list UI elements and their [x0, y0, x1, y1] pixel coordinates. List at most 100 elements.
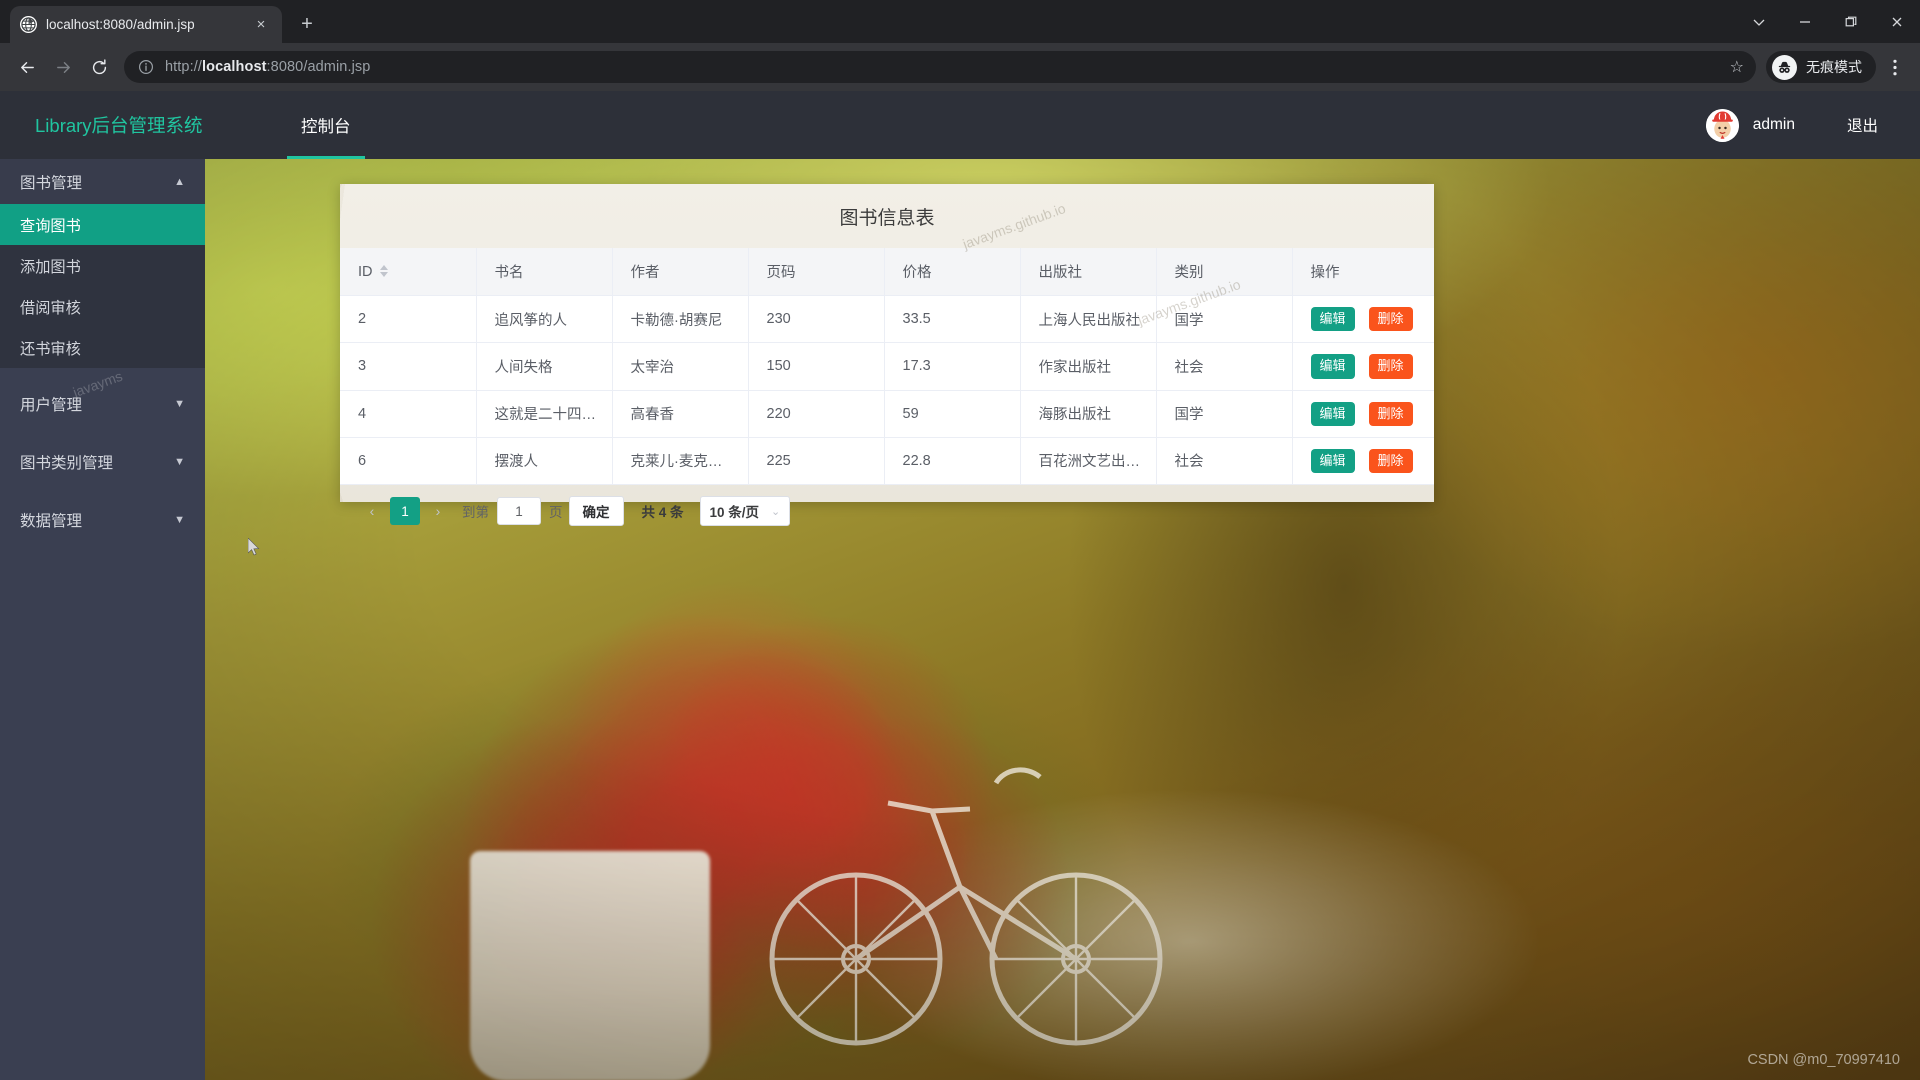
- sidebar-group-label: 图书类别管理: [20, 454, 114, 472]
- page-title: 图书信息表: [839, 207, 935, 229]
- column-header-pages[interactable]: 页码: [748, 248, 885, 296]
- delete-button[interactable]: 删除: [1368, 448, 1413, 473]
- logout-button[interactable]: 退出: [1847, 114, 1878, 136]
- sidebar-group-categories[interactable]: 图书类别管理 ▼: [0, 439, 205, 484]
- forward-button[interactable]: [46, 50, 80, 84]
- column-header-price[interactable]: 价格: [884, 248, 1021, 296]
- url-text: http://localhost:8080/admin.jsp: [165, 59, 370, 75]
- total-count-label: 共 4 条: [641, 505, 684, 520]
- next-page-button[interactable]: ›: [424, 497, 452, 525]
- chevron-down-icon: ▼: [174, 513, 185, 526]
- cell-id: 4: [340, 390, 477, 438]
- page-size-label: 10 条/页: [709, 505, 760, 520]
- bookmark-star-icon[interactable]: ☆: [1730, 57, 1744, 77]
- app-header: Library后台管理系统 控制台 admin 退出: [0, 91, 1920, 159]
- goto-suffix-label: 页: [549, 505, 563, 520]
- edit-button[interactable]: 编辑: [1310, 401, 1355, 426]
- address-bar[interactable]: http://localhost:8080/admin.jsp ☆: [124, 51, 1756, 83]
- cell-author: 高春香: [612, 390, 749, 438]
- goto-page-input[interactable]: [497, 497, 541, 525]
- reload-button[interactable]: [82, 50, 116, 84]
- sidebar-group-label: 图书管理: [20, 174, 83, 192]
- table-row[interactable]: 6 摆渡人 克莱儿·麦克… 225 22.8 百花洲文艺出… 社会 编辑 删除: [340, 437, 1434, 486]
- confirm-button[interactable]: 确定: [568, 496, 624, 526]
- column-header-id[interactable]: ID: [340, 248, 477, 296]
- sidebar: 图书管理 ▲ 查询图书 添加图书 借阅审核 还书审核 用户管理 ▼ 图书类别管理…: [0, 159, 205, 1080]
- cell-id: 6: [340, 437, 477, 486]
- cell-publisher: 百花洲文艺出…: [1020, 437, 1157, 486]
- cell-publisher: 上海人民出版社: [1020, 295, 1157, 344]
- cell-author: 克莱儿·麦克…: [612, 437, 749, 486]
- window-close-button[interactable]: [1874, 0, 1920, 43]
- incognito-indicator[interactable]: 无痕模式: [1766, 51, 1876, 83]
- info-icon[interactable]: [138, 59, 154, 75]
- books-table-wrap: ID 书名 作者 页码 价格 出版社 类别 操作 2 追风筝的人 卡勒德·胡赛尼…: [340, 248, 1434, 486]
- cell-pages: 225: [748, 437, 885, 486]
- cell-price: 59: [884, 390, 1021, 438]
- avatar[interactable]: [1705, 108, 1739, 142]
- sidebar-item-borrow-review[interactable]: 借阅审核: [0, 286, 205, 327]
- chevron-up-icon: ▲: [174, 175, 185, 188]
- delete-button[interactable]: 删除: [1368, 307, 1413, 332]
- cell-category: 国学: [1156, 390, 1293, 438]
- page-size-select[interactable]: 10 条/页 ⌄: [699, 496, 791, 526]
- sidebar-item-label: 查询图书: [20, 217, 81, 235]
- sidebar-group-label: 用户管理: [20, 396, 83, 414]
- globe-icon: [20, 16, 37, 33]
- minimize-button[interactable]: [1782, 0, 1828, 43]
- maximize-button[interactable]: [1828, 0, 1874, 43]
- cell-pages: 220: [748, 390, 885, 438]
- sort-icon[interactable]: [379, 264, 388, 277]
- cell-actions: 编辑 删除: [1292, 437, 1434, 486]
- app-brand[interactable]: Library后台管理系统: [0, 112, 250, 138]
- incognito-icon: [1772, 54, 1797, 80]
- sidebar-item-add-book[interactable]: 添加图书: [0, 245, 205, 286]
- table-row[interactable]: 3 人间失格 太宰治 150 17.3 作家出版社 社会 编辑 删除: [340, 342, 1434, 391]
- cell-actions: 编辑 删除: [1292, 390, 1434, 438]
- column-header-category[interactable]: 类别: [1156, 248, 1293, 296]
- sidebar-group-users[interactable]: 用户管理 ▼: [0, 381, 205, 426]
- chevron-down-icon: ▼: [174, 397, 185, 410]
- pagination: ‹ 1 › 到第 页 确定 共 4 条 10 条/页 ⌄: [340, 485, 1434, 537]
- chevron-down-icon[interactable]: [1736, 0, 1782, 43]
- column-header-author[interactable]: 作者: [612, 248, 749, 296]
- sidebar-item-return-review[interactable]: 还书审核: [0, 327, 205, 368]
- prev-page-button[interactable]: ‹: [358, 497, 386, 525]
- cell-actions: 编辑 删除: [1292, 295, 1434, 344]
- table-header-row: ID 书名 作者 页码 价格 出版社 类别 操作: [340, 248, 1434, 296]
- edit-button[interactable]: 编辑: [1310, 448, 1355, 473]
- cell-price: 17.3: [884, 342, 1021, 391]
- back-button[interactable]: [10, 50, 44, 84]
- sidebar-item-query-books[interactable]: 查询图书: [0, 204, 205, 245]
- edit-button[interactable]: 编辑: [1310, 354, 1355, 379]
- table-row[interactable]: 4 这就是二十四… 高春香 220 59 海豚出版社 国学 编辑 删除: [340, 390, 1434, 438]
- close-icon[interactable]: ×: [250, 14, 272, 36]
- sidebar-group-data[interactable]: 数据管理 ▼: [0, 497, 205, 542]
- page-number-1[interactable]: 1: [390, 497, 420, 525]
- browser-toolbar: http://localhost:8080/admin.jsp ☆ 无痕模式: [0, 43, 1920, 91]
- sidebar-group-label: 数据管理: [20, 512, 83, 530]
- table-row[interactable]: 2 追风筝的人 卡勒德·胡赛尼 230 33.5 上海人民出版社 国学 编辑 删…: [340, 295, 1434, 344]
- sidebar-submenu-books: 查询图书 添加图书 借阅审核 还书审核: [0, 204, 205, 368]
- cell-actions: 编辑 删除: [1292, 342, 1434, 391]
- browser-menu-button[interactable]: [1880, 50, 1910, 84]
- cell-author: 卡勒德·胡赛尼: [612, 295, 749, 344]
- incognito-label: 无痕模式: [1806, 59, 1862, 75]
- column-header-actions: 操作: [1292, 248, 1434, 296]
- column-header-publisher[interactable]: 出版社: [1020, 248, 1157, 296]
- sidebar-group-books[interactable]: 图书管理 ▲: [0, 159, 205, 204]
- goto-prefix-label: 到第: [462, 505, 489, 520]
- nav-tab-console[interactable]: 控制台: [287, 91, 365, 159]
- cell-publisher: 海豚出版社: [1020, 390, 1157, 438]
- delete-button[interactable]: 删除: [1368, 354, 1413, 379]
- browser-tab[interactable]: localhost:8080/admin.jsp ×: [10, 6, 282, 43]
- mouse-cursor: [248, 538, 260, 556]
- column-header-title[interactable]: 书名: [476, 248, 613, 296]
- edit-button[interactable]: 编辑: [1310, 307, 1355, 332]
- cell-price: 33.5: [884, 295, 1021, 344]
- new-tab-button[interactable]: +: [292, 9, 322, 39]
- cell-pages: 230: [748, 295, 885, 344]
- delete-button[interactable]: 删除: [1368, 401, 1413, 426]
